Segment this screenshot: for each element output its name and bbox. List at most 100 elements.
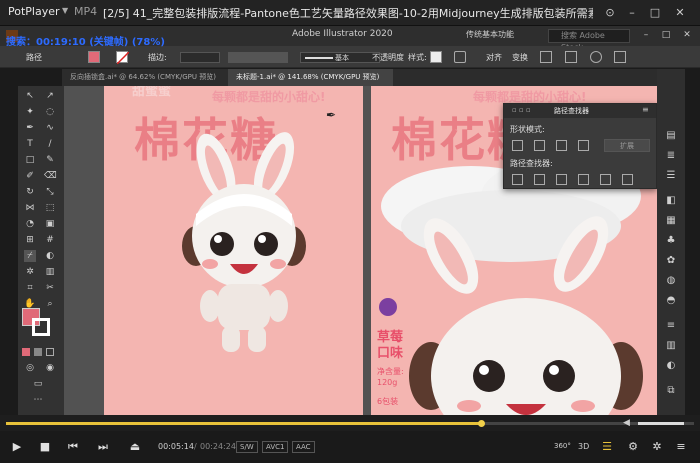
expand-button[interactable]: 扩展 xyxy=(604,139,650,152)
brushes-icon[interactable]: ♣ xyxy=(664,234,678,247)
eraser-tool-icon[interactable]: ⌫ xyxy=(44,170,57,182)
volume-icon[interactable]: ◀ xyxy=(623,418,633,428)
stock-search-input[interactable]: 搜索 Adobe Stock xyxy=(548,29,630,52)
fill-swatch[interactable] xyxy=(88,51,100,63)
panel-menu-icon[interactable] xyxy=(614,51,626,63)
transform-label[interactable]: 变换 xyxy=(512,52,528,63)
draw-mode-icon[interactable]: ◎ xyxy=(24,362,36,374)
properties-icon[interactable]: ▤ xyxy=(664,129,678,142)
variable-width-dropdown[interactable] xyxy=(228,52,288,63)
exclude-icon[interactable] xyxy=(578,140,589,151)
lasso-icon[interactable]: ◌ xyxy=(44,106,56,118)
unite-icon[interactable] xyxy=(512,140,523,151)
outline-icon[interactable] xyxy=(600,174,611,185)
appearance-icon[interactable]: ◓ xyxy=(664,294,678,307)
gear-icon[interactable]: ✲ xyxy=(648,439,666,455)
gradient-panel-icon[interactable]: ▥ xyxy=(664,339,678,352)
stroke-color-box[interactable] xyxy=(32,318,50,336)
symbols-icon[interactable]: ✿ xyxy=(664,254,678,267)
screen-mode-icon[interactable]: ▭ xyxy=(32,378,44,390)
type-tool-icon[interactable]: T xyxy=(24,138,36,150)
stroke-swatch[interactable] xyxy=(116,51,129,64)
selection-tool-icon[interactable]: ↖ xyxy=(24,90,36,102)
workspace-switcher[interactable]: 传统基本功能 xyxy=(466,29,514,40)
free-transform-icon[interactable]: ⬚ xyxy=(44,202,56,214)
minus-front-icon[interactable] xyxy=(534,140,545,151)
settings-icon[interactable]: ⚙ xyxy=(624,439,642,455)
transform-ref-icon[interactable] xyxy=(590,51,602,63)
maximize-icon[interactable]: □ xyxy=(656,26,676,44)
menu-icon[interactable]: ≡ xyxy=(672,439,690,455)
color-mode-icon[interactable] xyxy=(22,348,30,356)
curvature-tool-icon[interactable]: ∿ xyxy=(44,122,56,134)
seek-handle[interactable] xyxy=(477,420,485,427)
minus-back-icon[interactable] xyxy=(622,174,633,185)
artboards-icon[interactable]: ⧉ xyxy=(664,384,678,397)
gradient-mode-icon[interactable] xyxy=(34,348,42,356)
stroke-weight-dropdown[interactable] xyxy=(180,52,220,63)
artboard-tool-icon[interactable]: ⌗ xyxy=(24,282,36,294)
crop-icon[interactable] xyxy=(578,174,589,185)
rotate-tool-icon[interactable]: ↻ xyxy=(24,186,36,198)
tab-document-1[interactable]: 反向插锁盒.ai* @ 64.62% (CMYK/GPU 预览) xyxy=(62,69,226,86)
divide-icon[interactable] xyxy=(512,174,523,185)
trim-icon[interactable] xyxy=(534,174,545,185)
mesh-tool-icon[interactable]: # xyxy=(44,234,56,246)
perspective-grid-icon[interactable]: ⊞ xyxy=(24,234,36,246)
more-tools-icon[interactable]: ⋯ xyxy=(32,394,44,406)
pathfinder-title[interactable]: 路径查找器 xyxy=(554,106,589,116)
tab-document-2[interactable]: 未标题-1.ai* @ 141.68% (CMYK/GPU 预览) xyxy=(228,69,393,86)
panel-menu-icon[interactable]: ≡ xyxy=(642,105,649,114)
close-icon[interactable]: ✕ xyxy=(677,26,697,44)
pathfinder-header[interactable]: ▫ ▫ ▫ 路径查找器 ≡ xyxy=(504,104,656,118)
transparency-icon[interactable]: ◐ xyxy=(664,359,678,372)
intersect-icon[interactable] xyxy=(556,140,567,151)
scale-tool-icon[interactable]: ⤡ xyxy=(44,186,56,198)
slice-tool-icon[interactable]: ✂ xyxy=(44,282,56,294)
eject-icon[interactable]: ⏏ xyxy=(126,439,144,455)
close-icon[interactable]: ✕ xyxy=(670,3,690,23)
select-similar-icon[interactable] xyxy=(565,51,577,63)
audio-codec-chip[interactable]: AAC xyxy=(292,441,315,453)
pin-icon[interactable]: ⊙ xyxy=(600,3,620,23)
isolate-icon[interactable] xyxy=(540,51,552,63)
draw-inside-icon[interactable]: ◉ xyxy=(44,362,56,374)
decoder-chip[interactable]: S/W xyxy=(236,441,258,453)
stop-icon[interactable]: ■ xyxy=(36,439,54,455)
recolor-icon[interactable] xyxy=(454,51,466,63)
shape-builder-icon[interactable]: ◔ xyxy=(24,218,36,230)
graphic-style-swatch[interactable] xyxy=(430,51,442,63)
width-tool-icon[interactable]: ⋈ xyxy=(24,202,36,214)
pen-tool-icon[interactable]: ✒ xyxy=(24,122,36,134)
artboard-1[interactable]: 甜蜜蜜 每颗都是甜的小甜心! 棉花糖 xyxy=(104,86,363,415)
previous-icon[interactable]: ⏮ xyxy=(64,439,82,455)
vr-360-button[interactable]: 360° xyxy=(554,442,571,450)
rectangle-tool-icon[interactable]: □ xyxy=(24,154,36,166)
brush-dropdown[interactable]: 基本 xyxy=(300,52,380,63)
panel-tab-transform[interactable]: ▫ ▫ ▫ xyxy=(512,106,531,114)
symbol-sprayer-icon[interactable]: ✲ xyxy=(24,266,36,278)
volume-slider[interactable] xyxy=(638,422,692,425)
shaper-tool-icon[interactable]: ✐ xyxy=(24,170,36,182)
eyedropper-tool-icon[interactable]: ⌿ xyxy=(24,250,36,262)
minimize-icon[interactable]: – xyxy=(622,3,642,23)
align-label[interactable]: 对齐 xyxy=(486,52,502,63)
seek-track[interactable] xyxy=(6,422,694,425)
play-icon[interactable]: ▶ xyxy=(8,439,26,455)
magic-wand-icon[interactable]: ✦ xyxy=(24,106,36,118)
direct-selection-tool-icon[interactable]: ↗ xyxy=(44,90,56,102)
zoom-tool-icon[interactable]: ⌕ xyxy=(44,298,56,310)
blend-tool-icon[interactable]: ◐ xyxy=(44,250,56,262)
seek-bar[interactable] xyxy=(0,415,700,431)
opacity-label[interactable]: 不透明度 xyxy=(372,52,404,63)
graph-tool-icon[interactable]: ▥ xyxy=(44,266,56,278)
player-brand[interactable]: PotPlayer xyxy=(8,5,60,18)
line-tool-icon[interactable]: / xyxy=(44,138,56,150)
paintbrush-tool-icon[interactable]: ✎ xyxy=(44,154,56,166)
playlist-icon[interactable]: ☰ xyxy=(598,439,616,455)
live-paint-icon[interactable]: ▣ xyxy=(44,218,56,230)
stroke-panel-icon[interactable]: ≡ xyxy=(664,319,678,332)
none-mode-icon[interactable] xyxy=(46,348,54,356)
color-icon[interactable]: ◧ xyxy=(664,194,678,207)
maximize-icon[interactable]: □ xyxy=(645,3,665,23)
